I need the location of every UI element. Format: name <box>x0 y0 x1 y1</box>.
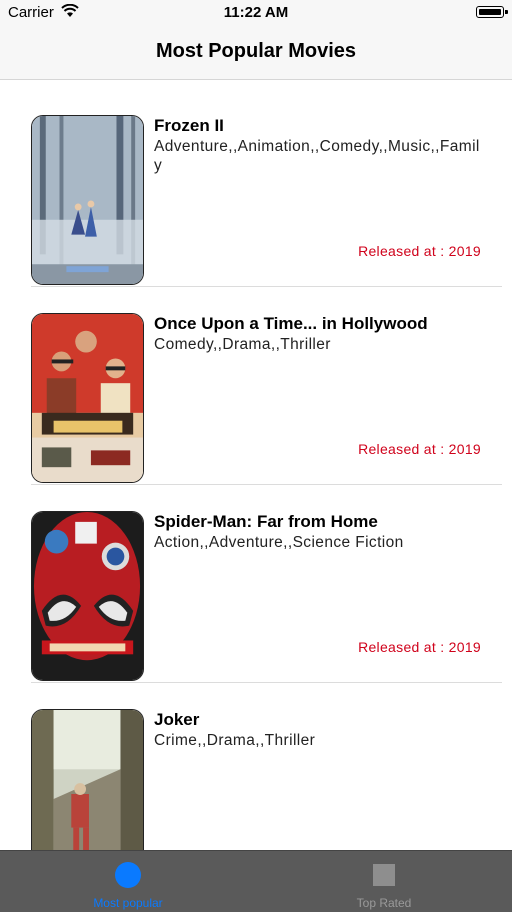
circle-icon <box>115 862 141 888</box>
tab-bar: Most popular Top Rated <box>0 850 512 912</box>
movie-list[interactable]: Frozen II Adventure,,Animation,,Comedy,,… <box>0 80 512 850</box>
release-label: Released at : 2019 <box>358 243 481 259</box>
movie-poster <box>31 115 144 285</box>
movie-title: Spider-Man: Far from Home <box>154 512 378 531</box>
movie-title: Frozen II <box>154 116 224 135</box>
battery-icon <box>476 6 508 18</box>
movie-genres: Action,,Adventure,,Science Fiction <box>154 534 404 551</box>
movie-genres: Crime,,Drama,,Thriller <box>154 732 316 749</box>
movie-row-spider-man[interactable]: Spider-Man: Far from Home Action,,Advent… <box>0 476 512 683</box>
tab-top-rated[interactable]: Top Rated <box>256 851 512 912</box>
release-label: Released at : 2019 <box>358 639 481 655</box>
movie-poster <box>31 709 144 850</box>
tab-most-popular[interactable]: Most popular <box>0 851 256 912</box>
movie-genres: Adventure,,Animation,,Comedy,,Music,,Fam… <box>154 138 480 174</box>
movie-poster <box>31 313 144 483</box>
movie-title: Once Upon a Time... in Hollywood <box>154 314 428 333</box>
tab-label: Most popular <box>93 896 163 910</box>
release-label: Released at : 2019 <box>358 441 481 457</box>
tab-label: Top Rated <box>356 896 412 910</box>
movie-row-joker[interactable]: Joker Crime,,Drama,,Thriller <box>0 674 512 850</box>
square-icon <box>373 864 395 886</box>
movie-poster <box>31 511 144 681</box>
clock: 11:22 AM <box>223 4 289 21</box>
page-title: Most Popular Movies <box>155 40 357 62</box>
movie-genres: Comedy,,Drama,,Thriller <box>154 336 331 353</box>
movie-row-once-upon-a-time[interactable]: Once Upon a Time... in Hollywood Comedy,… <box>0 278 512 485</box>
movie-row-frozen-ii[interactable]: Frozen II Adventure,,Animation,,Comedy,,… <box>0 80 512 287</box>
movie-title: Joker <box>154 710 200 729</box>
status-bar: Carrier 11:22 AM <box>0 0 512 26</box>
navigation-bar: Most Popular Movies <box>0 26 512 80</box>
